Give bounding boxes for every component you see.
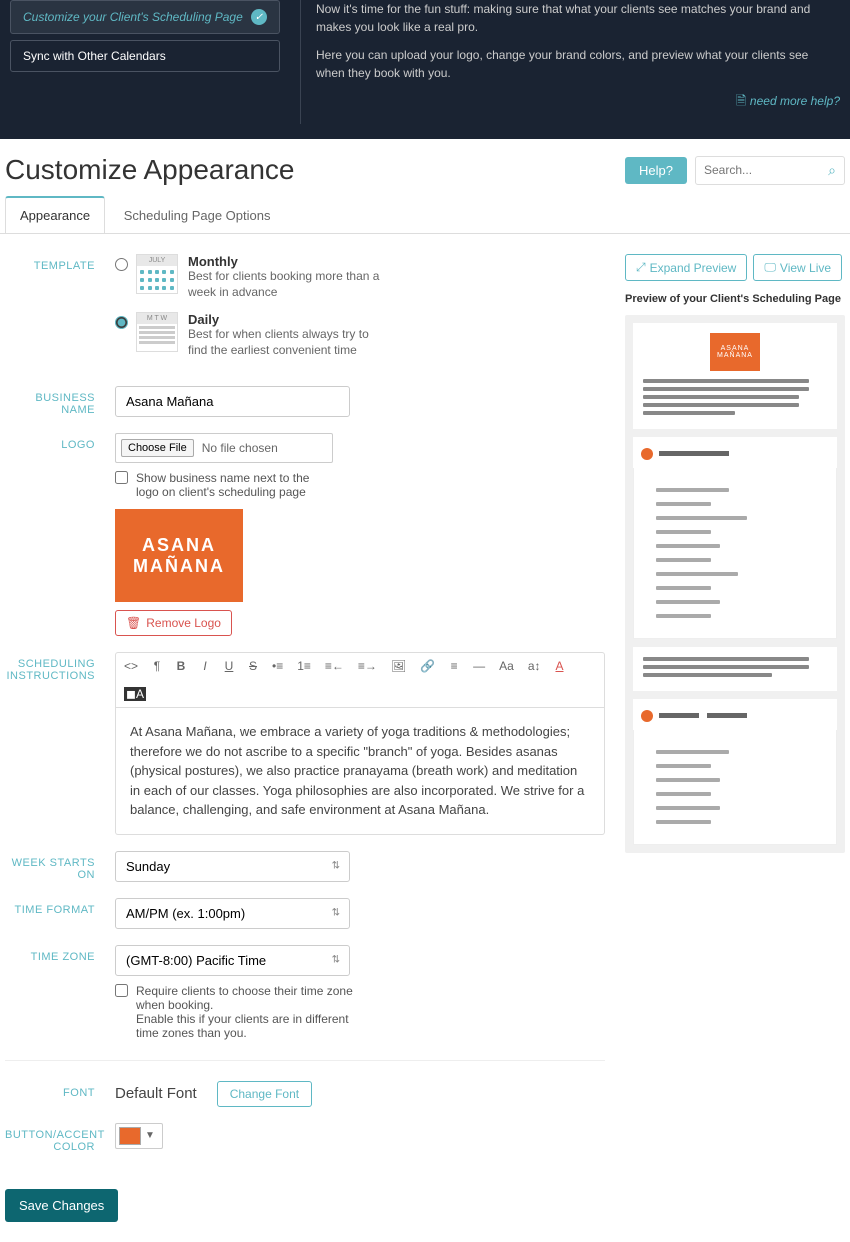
font-value: Default Font bbox=[115, 1085, 197, 1102]
template-monthly-title: Monthly bbox=[188, 254, 238, 269]
label-time-format: TIME FORMAT bbox=[5, 898, 115, 929]
check-icon: ✓ bbox=[251, 9, 267, 25]
code-icon[interactable]: <> bbox=[124, 659, 138, 673]
preview-bullet-icon bbox=[641, 448, 653, 460]
tabs: Appearance Scheduling Page Options bbox=[0, 196, 850, 234]
monitor-icon: 🖵 bbox=[764, 260, 776, 275]
editor-toolbar: <> ¶ B I U S •≡ 1≡ ≡← ≡→ 🖼 🔗 ≡ — Aa a↕ bbox=[115, 652, 605, 708]
search-input[interactable] bbox=[704, 163, 828, 177]
preview-logo: ASANA MAÑANA bbox=[710, 333, 760, 371]
template-daily-title: Daily bbox=[188, 312, 219, 327]
preview-bullet-icon bbox=[641, 710, 653, 722]
logo-preview: ASANA MAÑANA bbox=[115, 509, 243, 602]
onboarding-banner: Customize your Client's Scheduling Page … bbox=[0, 0, 850, 139]
label-logo: LOGO bbox=[5, 433, 115, 636]
bold-icon[interactable]: B bbox=[176, 659, 186, 673]
page-header: Customize Appearance Help? ⌕ bbox=[0, 139, 850, 196]
preview-section-2 bbox=[633, 699, 837, 730]
time-zone-select[interactable]: (GMT-8:00) Pacific Time bbox=[115, 945, 350, 976]
require-tz-hint: Enable this if your clients are in diffe… bbox=[136, 1012, 349, 1040]
preview-card-2 bbox=[633, 647, 837, 691]
align-icon[interactable]: ≡ bbox=[449, 659, 459, 673]
hr-icon[interactable]: — bbox=[473, 659, 485, 673]
template-monthly-option[interactable]: JULY Monthly Best for clients booking mo… bbox=[115, 254, 605, 300]
bg-color-icon[interactable]: ◼A bbox=[124, 687, 146, 701]
show-name-checkbox[interactable] bbox=[115, 471, 128, 484]
tab-appearance[interactable]: Appearance bbox=[5, 196, 105, 233]
label-week-starts: WEEK STARTS ON bbox=[5, 851, 115, 882]
label-business-name: BUSINESS NAME bbox=[5, 386, 115, 417]
remove-logo-button[interactable]: 🗑 Remove Logo bbox=[115, 610, 232, 636]
template-daily-desc: Best for when clients always try to find… bbox=[188, 327, 388, 358]
preview-header-card: ASANA MAÑANA bbox=[633, 323, 837, 429]
view-live-button[interactable]: 🖵 View Live bbox=[753, 254, 842, 281]
require-tz-checkbox[interactable] bbox=[115, 984, 128, 997]
require-tz-label: Require clients to choose their time zon… bbox=[136, 984, 353, 1012]
save-changes-button[interactable]: Save Changes bbox=[5, 1189, 118, 1222]
paragraph-icon[interactable]: ¶ bbox=[152, 659, 162, 673]
instructions-editor[interactable]: At Asana Mañana, we embrace a variety of… bbox=[115, 708, 605, 835]
search-icon[interactable]: ⌕ bbox=[828, 162, 836, 179]
file-status: No file chosen bbox=[202, 441, 278, 455]
document-icon: 🗎 bbox=[736, 93, 746, 108]
italic-icon[interactable]: I bbox=[200, 659, 210, 673]
tab-scheduling-options[interactable]: Scheduling Page Options bbox=[109, 197, 286, 233]
link-icon[interactable]: 🔗 bbox=[420, 659, 435, 673]
template-daily-option[interactable]: M T W Daily Best for when clients always… bbox=[115, 312, 605, 358]
preview-section-1-body bbox=[633, 468, 837, 639]
divider bbox=[5, 1060, 605, 1061]
chevron-down-icon: ▼ bbox=[141, 1130, 159, 1141]
outdent-icon[interactable]: ≡← bbox=[325, 659, 344, 673]
daily-calendar-icon: M T W bbox=[136, 312, 178, 352]
color-swatch bbox=[119, 1127, 141, 1145]
change-font-button[interactable]: Change Font bbox=[217, 1081, 312, 1107]
onboard-item-label: Sync with Other Calendars bbox=[23, 49, 166, 63]
search-box[interactable]: ⌕ bbox=[695, 156, 845, 185]
template-daily-radio[interactable] bbox=[115, 316, 128, 329]
onboard-item-label: Customize your Client's Scheduling Page bbox=[23, 10, 243, 24]
text-color-icon[interactable]: A bbox=[555, 659, 565, 673]
preview-title: Preview of your Client's Scheduling Page bbox=[625, 293, 845, 305]
underline-icon[interactable]: U bbox=[224, 659, 234, 673]
accent-color-picker[interactable]: ▼ bbox=[115, 1123, 163, 1149]
font-size-icon[interactable]: Aa bbox=[499, 659, 514, 673]
label-template: TEMPLATE bbox=[5, 254, 115, 370]
week-starts-select[interactable]: Sunday bbox=[115, 851, 350, 882]
preview-section-1 bbox=[633, 437, 837, 468]
image-icon[interactable]: 🖼 bbox=[391, 659, 406, 673]
choose-file-button[interactable]: Choose File bbox=[121, 439, 194, 457]
indent-icon[interactable]: ≡→ bbox=[358, 659, 377, 673]
business-name-input[interactable] bbox=[115, 386, 350, 417]
preview-section-2-body bbox=[633, 730, 837, 845]
expand-icon: ⤢ bbox=[636, 260, 646, 275]
expand-preview-button[interactable]: ⤢ Expand Preview bbox=[625, 254, 747, 281]
onboard-customize-page[interactable]: Customize your Client's Scheduling Page … bbox=[10, 0, 280, 34]
preview-pane: ASANA MAÑANA bbox=[625, 315, 845, 853]
label-font: FONT bbox=[5, 1081, 115, 1107]
line-height-icon[interactable]: a↕ bbox=[528, 659, 541, 673]
show-name-checkbox-row[interactable]: Show business name next to the logo on c… bbox=[115, 471, 325, 499]
help-button[interactable]: Help? bbox=[625, 157, 687, 184]
need-more-help-link[interactable]: need more help? bbox=[750, 94, 840, 108]
intro-text-2: Here you can upload your logo, change yo… bbox=[316, 46, 840, 82]
bullet-list-icon[interactable]: •≡ bbox=[272, 659, 283, 673]
onboard-sync-calendars[interactable]: Sync with Other Calendars bbox=[10, 40, 280, 72]
trash-icon: 🗑 bbox=[126, 616, 141, 630]
intro-text-1: Now it's time for the fun stuff: making … bbox=[316, 0, 840, 36]
time-format-select[interactable]: AM/PM (ex. 1:00pm) bbox=[115, 898, 350, 929]
strike-icon[interactable]: S bbox=[248, 659, 258, 673]
monthly-calendar-icon: JULY bbox=[136, 254, 178, 294]
label-instructions: SCHEDULING INSTRUCTIONS bbox=[5, 652, 115, 835]
label-accent-color: BUTTON/ACCENT COLOR bbox=[5, 1123, 115, 1153]
page-title: Customize Appearance bbox=[5, 154, 295, 186]
require-tz-row[interactable]: Require clients to choose their time zon… bbox=[115, 984, 355, 1040]
label-time-zone: TIME ZONE bbox=[5, 945, 115, 1040]
template-monthly-desc: Best for clients booking more than a wee… bbox=[188, 269, 388, 300]
number-list-icon[interactable]: 1≡ bbox=[297, 659, 311, 673]
show-name-label: Show business name next to the logo on c… bbox=[136, 471, 325, 499]
template-monthly-radio[interactable] bbox=[115, 258, 128, 271]
